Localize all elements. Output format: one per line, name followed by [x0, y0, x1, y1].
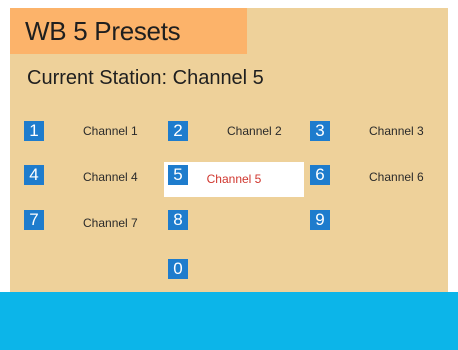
key-1-button[interactable]: 1	[24, 121, 44, 141]
key-5-button[interactable]: 5	[168, 165, 188, 185]
channel-2-preset[interactable]: Channel 2	[227, 124, 282, 138]
channel-7-preset[interactable]: Channel 7	[83, 216, 138, 230]
channel-4-preset[interactable]: Channel 4	[83, 170, 138, 184]
page-title: WB 5 Presets	[25, 16, 181, 46]
key-8-button[interactable]: 8	[168, 210, 188, 230]
key-6-button[interactable]: 6	[310, 165, 330, 185]
key-2-button[interactable]: 2	[168, 121, 188, 141]
key-4-button[interactable]: 4	[24, 165, 44, 185]
channel-3-preset[interactable]: Channel 3	[369, 124, 424, 138]
presets-screen: WB 5 Presets Current Station: Channel 5 …	[0, 0, 458, 350]
key-3-button[interactable]: 3	[310, 121, 330, 141]
title-bar: WB 5 Presets	[10, 8, 247, 54]
current-station-label: Current Station: Channel 5	[27, 67, 264, 89]
key-9-button[interactable]: 9	[310, 210, 330, 230]
key-0-button[interactable]: 0	[168, 259, 188, 279]
channel-6-preset[interactable]: Channel 6	[369, 170, 424, 184]
channel-1-preset[interactable]: Channel 1	[83, 124, 138, 138]
footer-bar	[0, 292, 458, 350]
key-7-button[interactable]: 7	[24, 210, 44, 230]
